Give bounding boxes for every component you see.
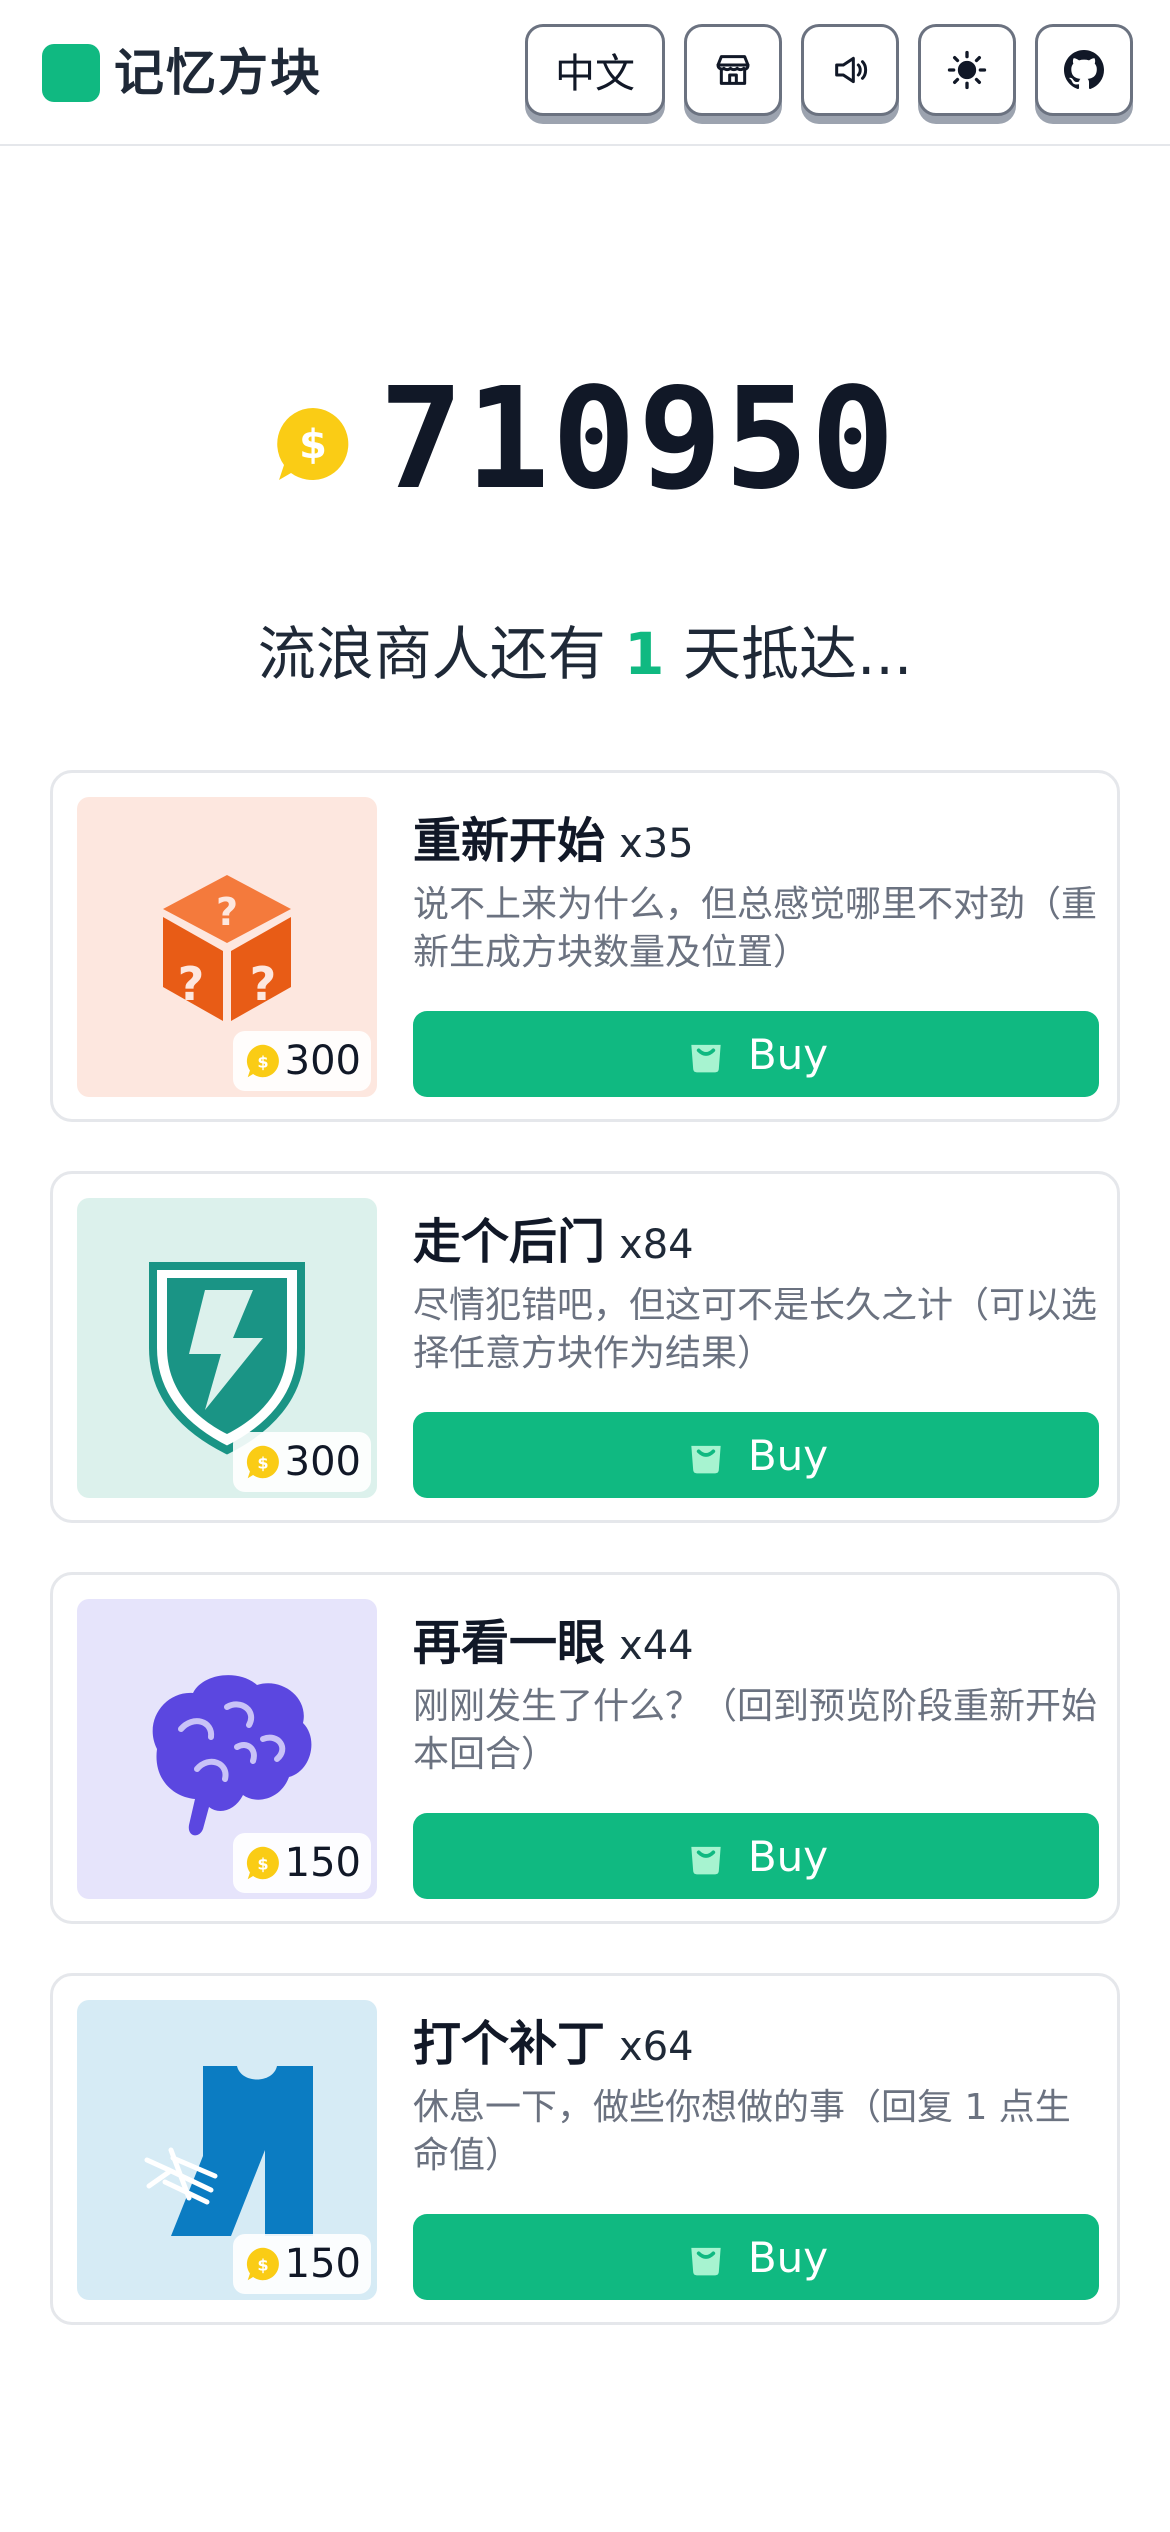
coin-balance: $ 710950 xyxy=(0,360,1170,520)
app-title: 记忆方块 xyxy=(114,44,322,102)
shopping-bag-icon xyxy=(691,2247,721,2276)
item-thumbnail: $ 150 xyxy=(77,2000,377,2300)
svg-text:?: ? xyxy=(216,890,238,934)
item-description: 休息一下，做些你想做的事（回复 1 点生命值） xyxy=(413,2087,1071,2176)
svg-text:$: $ xyxy=(257,2255,268,2274)
svg-text:$: $ xyxy=(257,1453,268,1472)
merchant-prefix: 流浪商人还有 xyxy=(257,620,606,688)
brand: 记忆方块 xyxy=(42,44,322,102)
svg-text:$: $ xyxy=(257,1052,268,1071)
item-thumbnail: $ 150 xyxy=(77,1599,377,1899)
coin-icon: $ xyxy=(246,2247,279,2281)
price-tag: $ 150 xyxy=(232,2234,371,2294)
item-title: 打个补丁 x64 xyxy=(413,2004,694,2074)
price-tag: $ 300 xyxy=(232,1031,371,1091)
coin-icon: $ xyxy=(246,1044,279,1078)
app-logo xyxy=(42,44,100,102)
item-name: 再看一眼 xyxy=(413,1615,606,1671)
shop-item-card: $ 150 再看一眼 x44 刚刚发生了什么？（回到预览阶段重新开始本回合） B… xyxy=(50,1572,1120,1924)
coin-amount: 710950 xyxy=(379,358,897,521)
buy-button[interactable]: Buy xyxy=(413,1412,1099,1498)
merchant-days: 1 xyxy=(624,620,665,688)
shop-item-card: ? ? ? $ 300 重新开始 x35 说不上来为什么，但总感觉哪里不对劲（重… xyxy=(50,770,1120,1122)
buy-label: Buy xyxy=(747,1029,829,1079)
buy-button[interactable]: Buy xyxy=(413,1011,1099,1097)
item-name: 打个补丁 xyxy=(413,2016,606,2072)
shopping-bag-icon xyxy=(691,1044,721,1073)
item-quantity: x64 xyxy=(619,2024,694,2070)
item-quantity: x35 xyxy=(619,821,694,867)
theme-sun-icon xyxy=(947,50,987,90)
item-name: 走个后门 xyxy=(413,1214,606,1270)
item-description: 尽情犯错吧，但这可不是长久之计（可以选择任意方块作为结果） xyxy=(413,1285,1098,1374)
github-button[interactable] xyxy=(1035,24,1133,116)
coin-icon: $ xyxy=(246,1445,279,1479)
app-header: 记忆方块 中文 xyxy=(0,0,1170,146)
item-quantity: x84 xyxy=(619,1222,694,1268)
item-quantity: x44 xyxy=(619,1623,694,1669)
item-price: 150 xyxy=(284,2241,361,2287)
price-tag: $ 300 xyxy=(232,1432,371,1492)
github-icon xyxy=(1064,50,1104,90)
item-price: 300 xyxy=(284,1038,361,1084)
shop-icon xyxy=(716,55,750,85)
svg-text:$: $ xyxy=(299,422,327,468)
item-price: 300 xyxy=(284,1439,361,1485)
shop-button[interactable] xyxy=(684,24,782,116)
coin-icon: $ xyxy=(277,408,349,480)
buy-label: Buy xyxy=(747,2232,829,2282)
buy-button[interactable]: Buy xyxy=(413,1813,1099,1899)
coin-icon: $ xyxy=(246,1846,279,1880)
shop-item-card: $ 300 走个后门 x84 尽情犯错吧，但这可不是长久之计（可以选择任意方块作… xyxy=(50,1171,1120,1523)
price-tag: $ 150 xyxy=(232,1833,371,1893)
merchant-countdown: 流浪商人还有 1 天抵达... xyxy=(0,616,1170,692)
item-title: 再看一眼 x44 xyxy=(413,1603,694,1673)
sound-button[interactable] xyxy=(801,24,899,116)
item-description: 说不上来为什么，但总感觉哪里不对劲（重新生成方块数量及位置） xyxy=(413,884,1098,973)
item-price: 150 xyxy=(284,1840,361,1886)
merchant-suffix: 天抵达... xyxy=(682,620,913,688)
item-title: 走个后门 x84 xyxy=(413,1202,694,1272)
svg-text:?: ? xyxy=(250,957,277,1011)
buy-button[interactable]: Buy xyxy=(413,2214,1099,2300)
shopping-bag-icon xyxy=(691,1846,721,1875)
sound-icon xyxy=(835,56,868,84)
buy-label: Buy xyxy=(747,1430,829,1480)
shopping-bag-icon xyxy=(691,1445,721,1474)
language-button[interactable]: 中文 xyxy=(525,24,665,116)
shop-item-card: $ 150 打个补丁 x64 休息一下，做些你想做的事（回复 1 点生命值） B… xyxy=(50,1973,1120,2325)
item-description: 刚刚发生了什么？（回到预览阶段重新开始本回合） xyxy=(413,1686,1098,1775)
svg-text:$: $ xyxy=(257,1854,268,1873)
buy-label: Buy xyxy=(747,1831,829,1881)
item-name: 重新开始 xyxy=(413,813,606,869)
item-thumbnail: $ 300 xyxy=(77,1198,377,1498)
item-thumbnail: ? ? ? $ 300 xyxy=(77,797,377,1097)
theme-button[interactable] xyxy=(918,24,1016,116)
svg-text:?: ? xyxy=(178,957,205,1011)
item-title: 重新开始 x35 xyxy=(413,801,694,871)
